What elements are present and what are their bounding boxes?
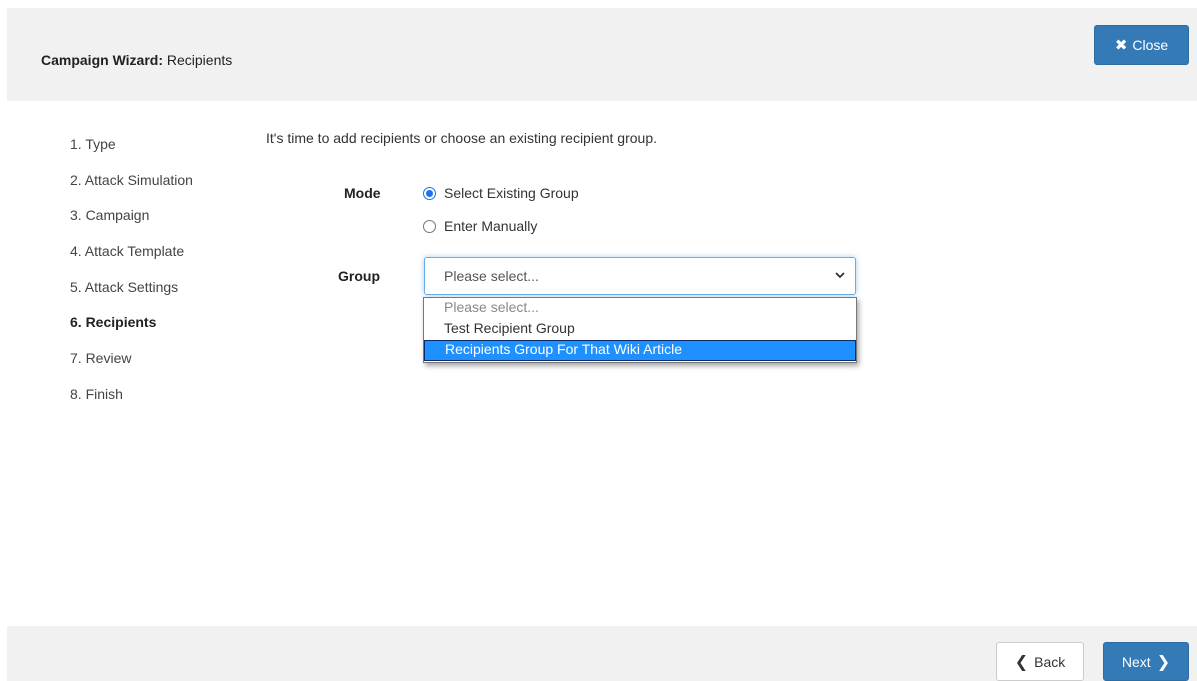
wizard-steps: 1. Type 2. Attack Simulation 3. Campaign… [70,134,193,420]
back-button[interactable]: ❮ Back [996,642,1084,681]
x-icon: ✖ [1114,37,1128,54]
radio-enter-manually[interactable]: Enter Manually [423,218,537,234]
chevron-left-icon: ❮ [1014,653,1029,671]
radio-label: Enter Manually [444,218,538,234]
dropdown-option[interactable]: Please select... [424,298,856,319]
step-recipients[interactable]: 6. Recipients [70,312,193,348]
wizard-header: Campaign Wizard: Recipients [7,8,1197,101]
chevron-right-icon: ❯ [1156,653,1171,671]
step-finish[interactable]: 8. Finish [70,384,193,420]
step-type[interactable]: 1. Type [70,134,193,170]
title-prefix: Campaign Wizard: [41,52,163,68]
close-button[interactable]: ✖ Close [1094,25,1189,65]
radio-label: Select Existing Group [444,185,579,201]
step-attack-template[interactable]: 4. Attack Template [70,241,193,277]
campaign-wizard: Campaign Wizard: Recipients ✖ Close 1. T… [0,0,1197,681]
group-select[interactable]: Please select... [424,257,856,295]
radio-select-existing-group[interactable]: Select Existing Group [423,185,579,201]
dropdown-option-highlighted[interactable]: Recipients Group For That Wiki Article [424,340,856,361]
group-label: Group [338,268,380,284]
next-button[interactable]: Next ❯ [1103,642,1189,681]
step-review[interactable]: 7. Review [70,348,193,384]
group-dropdown-list: Please select... Test Recipient Group Re… [423,297,857,363]
step-attack-simulation[interactable]: 2. Attack Simulation [70,170,193,206]
radio-checked-icon[interactable] [423,186,436,200]
next-button-label: Next [1121,653,1151,670]
intro-text: It's time to add recipients or choose an… [266,130,657,146]
step-attack-settings[interactable]: 5. Attack Settings [70,277,193,313]
back-button-label: Back [1034,653,1066,670]
mode-label: Mode [344,185,381,201]
group-select-value: Please select... [444,268,539,284]
chevron-down-icon [835,272,845,279]
radio-unchecked-icon[interactable] [423,219,436,233]
dropdown-option[interactable]: Test Recipient Group [424,319,856,340]
title-step: Recipients [166,52,233,68]
step-campaign[interactable]: 3. Campaign [70,205,193,241]
close-button-label: Close [1132,37,1169,53]
page-title: Campaign Wizard: Recipients [41,52,232,68]
